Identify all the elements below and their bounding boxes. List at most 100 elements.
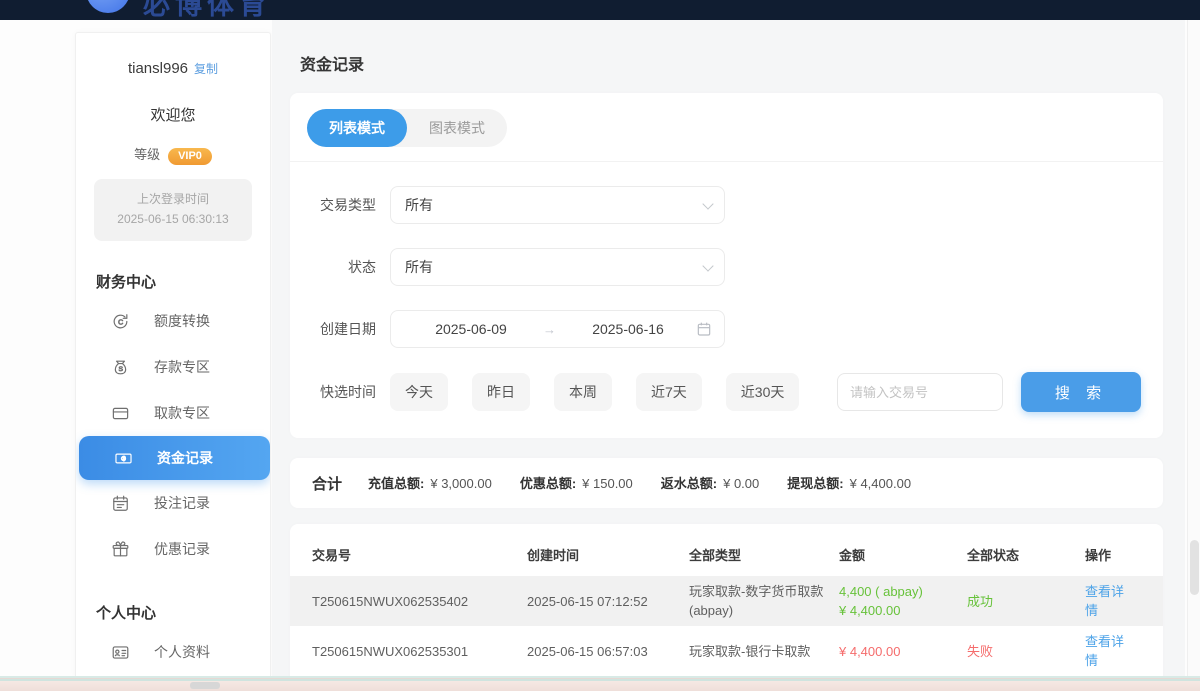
tab-chart-mode[interactable]: 图表模式 [407, 109, 507, 147]
summary-item-label: 优惠总额: [520, 476, 576, 491]
copy-button[interactable]: 复制 [194, 62, 218, 76]
date-arrow-icon: → [539, 322, 560, 337]
table-header-cell: 金额 [839, 540, 967, 571]
quick-buttons: 今天昨日本周近7天近30天 [390, 373, 823, 411]
svg-text:C: C [118, 318, 123, 326]
summary-item-value: ¥ 150.00 [582, 476, 633, 491]
sidebar-item-promo-record[interactable]: 优惠记录 [76, 526, 270, 572]
user-line: tiansl996 复制 [76, 60, 270, 77]
card-icon [110, 403, 130, 423]
page-title: 资金记录 [272, 20, 1185, 93]
username: tiansl996 [128, 60, 188, 77]
summary-item-value: ¥ 0.00 [723, 476, 759, 491]
txn-id: T250615NWUX062535402 [312, 586, 527, 617]
sidebar-item-profile[interactable]: 个人资料 [76, 629, 270, 675]
view-details-link[interactable]: 查看详情 [1085, 626, 1141, 676]
view-mode-tabs: 列表模式图表模式 [290, 93, 1163, 162]
status-value: 所有 [405, 257, 433, 277]
view-details-link[interactable]: 查看详情 [1085, 576, 1141, 626]
moneybag-icon: S [110, 357, 130, 377]
summary-bar: 合计 充值总额:¥ 3,000.00 优惠总额: ¥ 150.00 返水总额: ¥ 0.… [290, 458, 1163, 508]
level-label: 等级 [134, 147, 160, 162]
quick-button[interactable]: 近30天 [726, 373, 800, 411]
quick-button[interactable]: 今天 [390, 373, 448, 411]
status-row: 状态 所有 [290, 248, 1163, 286]
chevron-down-icon [702, 260, 713, 271]
txn-amount: 4,400 ( abpay)¥ 4,400.00 [839, 576, 967, 626]
tab-list-mode[interactable]: 列表模式 [307, 109, 407, 147]
date-range-row: 创建日期 2025-06-09 → 2025-06-16 [290, 310, 1163, 348]
svg-text:$: $ [122, 455, 126, 462]
search-button[interactable]: 搜 索 [1021, 372, 1141, 412]
bottom-bar [0, 678, 1200, 691]
records-table: 交易号创建时间全部类型金额全部状态操作 T250615NWUX062535402… [290, 524, 1163, 678]
status-label: 状态 [290, 257, 390, 277]
total-label: 合计 [312, 473, 342, 494]
quick-time-row: 快选时间 今天昨日本周近7天近30天 搜 索 [290, 372, 1163, 412]
summary-item: 返水总额: ¥ 0.00 [661, 476, 760, 491]
summary-item-label: 返水总额: [661, 476, 717, 491]
sidebar-item-withdraw[interactable]: 取款专区 [76, 390, 270, 436]
sidebar-item-deposit[interactable]: S 存款专区 [76, 344, 270, 390]
sidebar-item-quota-transfer[interactable]: C 额度转换 [76, 298, 270, 344]
transaction-type-row: 交易类型 所有 [290, 186, 1163, 224]
page-scrollbar[interactable] [1187, 20, 1200, 678]
summary-item: 优惠总额: ¥ 150.00 [520, 476, 633, 491]
table-header-cell: 创建时间 [527, 540, 689, 571]
sidebar-item-bet-record[interactable]: 投注记录 [76, 480, 270, 526]
txn-type: 玩家取款-数字货币取款 (abpay) [689, 576, 839, 626]
quick-button[interactable]: 本周 [554, 373, 612, 411]
scrollbar-thumb[interactable] [1190, 540, 1199, 595]
idcard-icon [110, 642, 130, 662]
txn-status: 成功 [967, 586, 1085, 617]
sidebar-item-label: 优惠记录 [154, 539, 210, 559]
created-time: 2025-06-15 06:57:03 [527, 636, 689, 667]
table-row: T250615NWUX0625354022025-06-15 07:12:52玩… [290, 576, 1163, 626]
date-to[interactable]: 2025-06-16 [560, 321, 696, 337]
transaction-search-input[interactable] [837, 373, 1003, 411]
table-header-cell: 交易号 [312, 540, 527, 571]
summary-item-label: 提现总额: [787, 476, 843, 491]
sidebar-section-title: 财务中心 [96, 271, 270, 292]
top-navbar: 必博体育 [0, 0, 1200, 20]
txn-id: T250615NWUX062535301 [312, 636, 527, 667]
date-range-label: 创建日期 [290, 319, 390, 339]
table-header-cell: 全部类型 [689, 540, 839, 571]
search-area: 搜 索 [837, 372, 1163, 412]
page-body: tiansl996 复制 欢迎您 等级VIP0 上次登录时间 2025-06-15… [0, 20, 1200, 678]
date-from[interactable]: 2025-06-09 [403, 321, 539, 337]
chevron-down-icon [702, 198, 713, 209]
level-line: 等级VIP0 [76, 144, 270, 165]
main-content: 资金记录 列表模式图表模式 交易类型 所有 状态 所有 [272, 20, 1185, 678]
sidebar: tiansl996 复制 欢迎您 等级VIP0 上次登录时间 2025-06-15… [75, 32, 271, 678]
welcome-text: 欢迎您 [76, 104, 270, 125]
calendar-icon[interactable] [696, 321, 712, 337]
app-window: 必博体育 tiansl996 复制 欢迎您 等级VIP0 上次登录时间 2025-… [0, 0, 1200, 691]
sidebar-item-label: 取款专区 [154, 403, 210, 423]
transaction-type-select[interactable]: 所有 [390, 186, 725, 224]
date-range-input[interactable]: 2025-06-09 → 2025-06-16 [390, 310, 725, 348]
summary-item: 提现总额:¥ 4,400.00 [787, 476, 911, 491]
table-header-cell: 全部状态 [967, 540, 1085, 571]
sidebar-item-label: 资金记录 [157, 448, 213, 468]
horizontal-scrollbar-thumb[interactable] [190, 682, 220, 689]
sidebar-item-label: 存款专区 [154, 357, 210, 377]
summary-item: 充值总额:¥ 3,000.00 [368, 476, 492, 491]
tabs-pill: 列表模式图表模式 [307, 109, 507, 147]
brand-logo-icon[interactable] [86, 0, 130, 13]
sidebar-item-label: 额度转换 [154, 311, 210, 331]
status-select[interactable]: 所有 [390, 248, 725, 286]
sidebar-item-funds-record[interactable]: $ 资金记录 [79, 436, 270, 480]
quick-button[interactable]: 昨日 [472, 373, 530, 411]
sidebar-menu: 财务中心C额度转换S存款专区取款专区$资金记录投注记录优惠记录个人中心个人资料安… [76, 271, 270, 678]
txn-amount: ¥ 4,400.00 [839, 636, 967, 667]
quick-time-label: 快选时间 [290, 382, 390, 402]
sidebar-item-label: 投注记录 [154, 493, 210, 513]
banknote-icon: $ [113, 448, 133, 468]
gift-icon [110, 539, 130, 559]
calendar-icon [110, 493, 130, 513]
quick-button[interactable]: 近7天 [636, 373, 702, 411]
brand-title[interactable]: 必博体育 [143, 0, 271, 20]
last-login-box: 上次登录时间 2025-06-15 06:30:13 [94, 179, 252, 241]
refresh-icon: C [110, 311, 130, 331]
